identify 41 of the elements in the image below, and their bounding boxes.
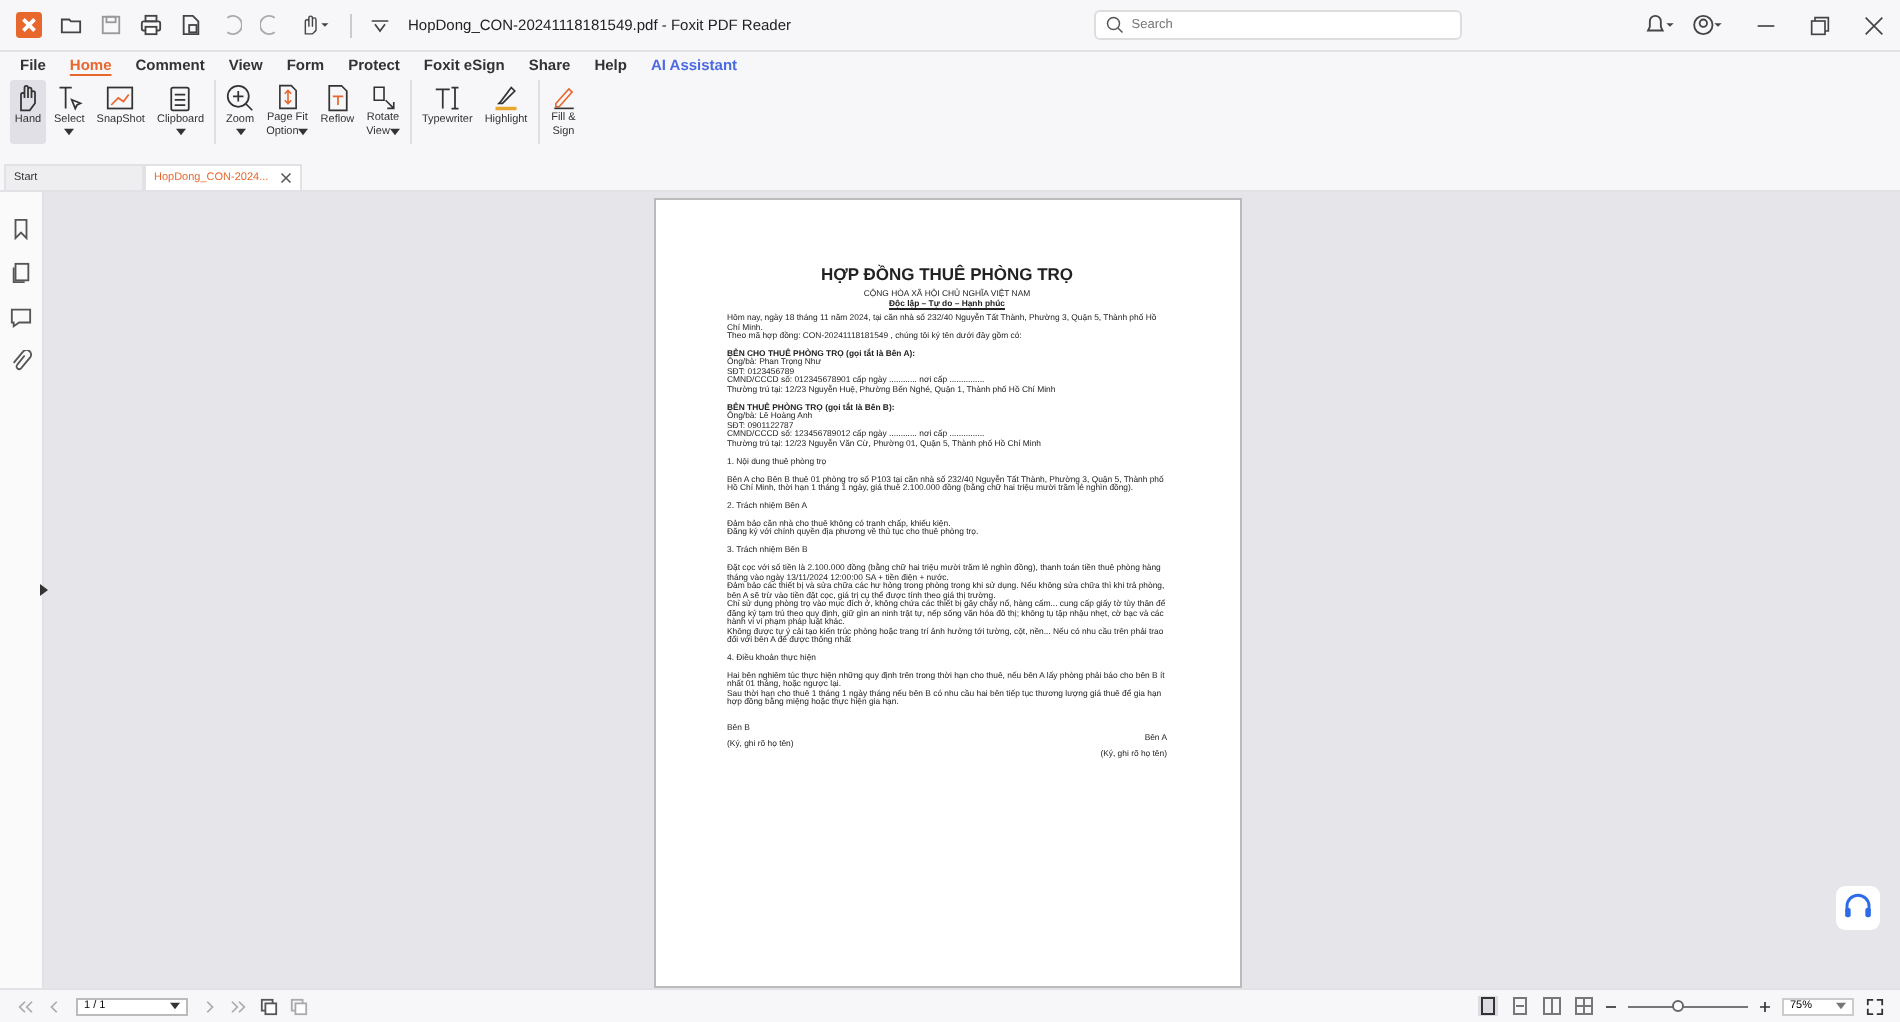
reflow-icon [323,84,352,112]
pages-icon[interactable] [10,262,32,284]
search-icon [1105,16,1124,34]
page-fit-icon [273,84,302,110]
rotate-icon [369,84,398,110]
snapshot-icon [106,84,135,112]
clipboard-icon [166,84,195,112]
text-cursor-icon [55,84,84,112]
restore-icon[interactable] [1810,15,1830,35]
document-title: HỢP ĐỒNG THUÊ PHÒNG TRỌ [818,264,1076,284]
single-page-view-icon[interactable] [1478,996,1498,1016]
support-headset-icon[interactable] [1836,886,1880,930]
save-icon[interactable] [100,14,122,36]
expand-arrow-icon[interactable] [40,584,48,596]
zoom-in-icon[interactable] [1760,1001,1770,1011]
continuous-view-icon[interactable] [1510,996,1530,1016]
app-logo-icon[interactable] [16,12,42,38]
fullscreen-icon[interactable] [1866,997,1884,1015]
caret-icon [1836,1002,1846,1010]
continuous-facing-icon[interactable] [1574,996,1594,1016]
zoom-slider-thumb[interactable] [1672,999,1685,1011]
hand-icon [14,84,42,112]
document-icon[interactable] [180,14,202,36]
facing-view-icon[interactable] [1542,996,1562,1016]
comment-icon[interactable] [10,306,32,328]
bookmark-icon[interactable] [10,218,32,240]
hand-dropdown-icon[interactable] [300,14,332,36]
caret-icon [170,1002,180,1010]
collapse-icon[interactable] [370,15,390,35]
typewriter-icon [433,84,462,112]
zoom-in-icon [226,84,255,112]
pen-icon [549,84,578,110]
close-icon[interactable] [280,172,293,184]
account-icon[interactable] [1692,14,1722,36]
attachment-icon[interactable] [10,350,32,372]
close-icon[interactable] [1864,15,1884,35]
highlighter-icon [492,84,521,112]
print-icon[interactable] [140,14,162,36]
zoom-out-icon[interactable] [1606,1001,1616,1011]
bell-icon[interactable] [1644,14,1674,36]
open-folder-icon[interactable] [60,14,82,36]
